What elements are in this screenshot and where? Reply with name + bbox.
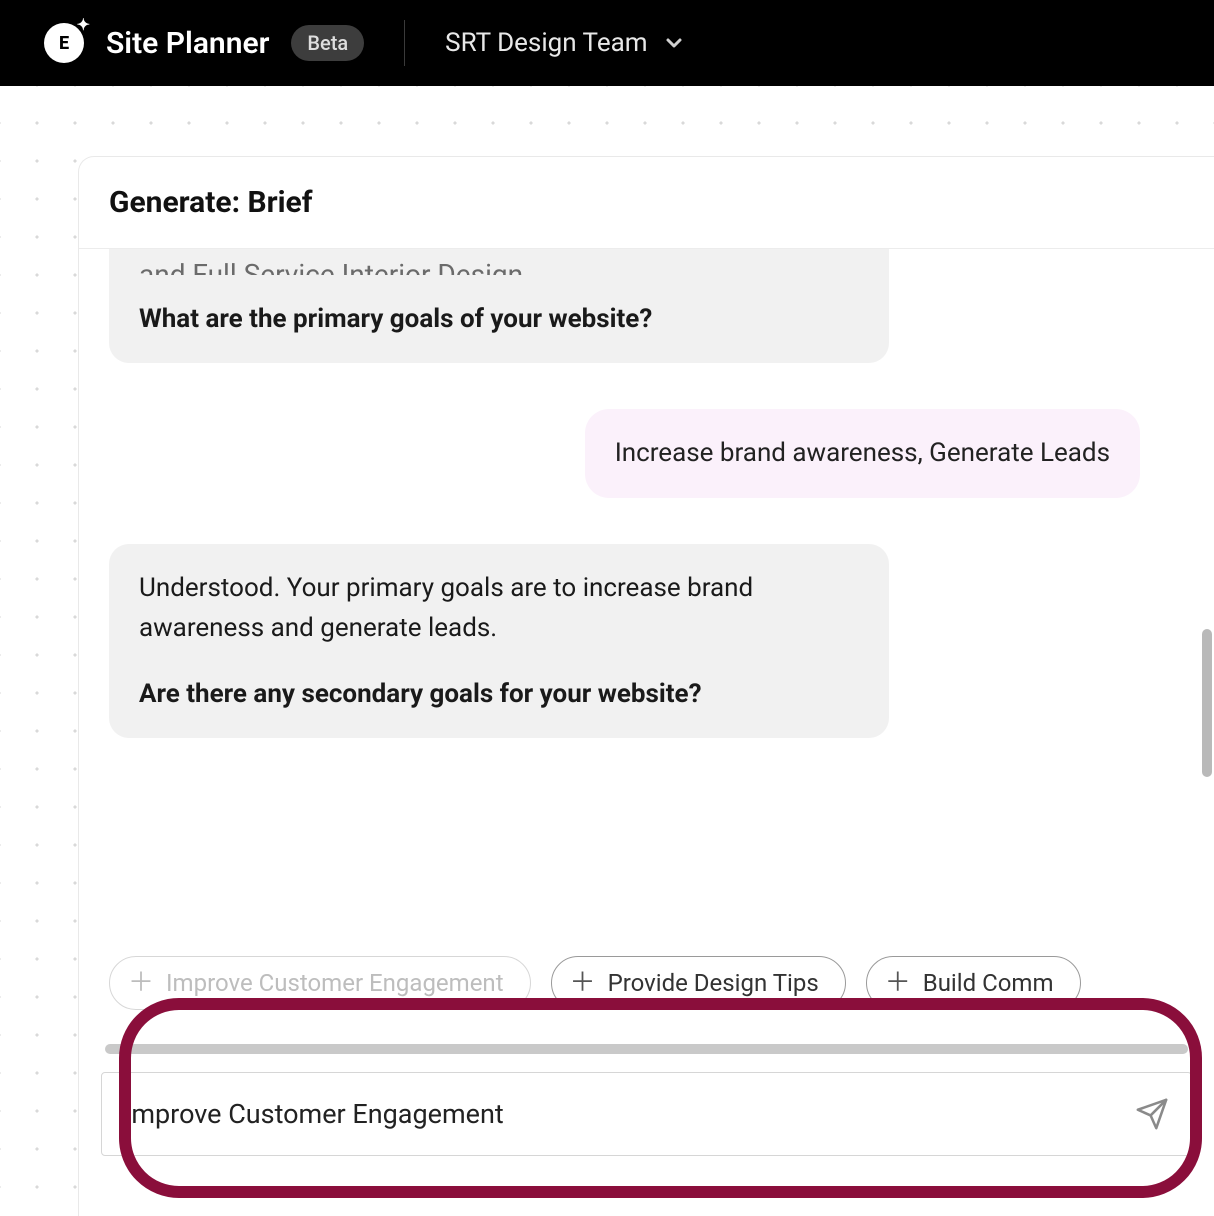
chip-label: Provide Design Tips [608, 969, 819, 997]
suggestion-chip[interactable]: ＋ Build Comm [866, 956, 1081, 1010]
generate-panel: Generate: Brief and Full Service Interio… [78, 156, 1214, 1216]
app-logo-icon: E [44, 23, 84, 63]
ai-message-question: Are there any secondary goals for your w… [139, 679, 702, 709]
panel-title: Generate: Brief [79, 157, 1214, 249]
plus-icon: ＋ [885, 970, 911, 996]
top-bar: E Site Planner Beta SRT Design Team [0, 0, 1214, 86]
suggestion-chip[interactable]: ＋ Provide Design Tips [551, 956, 846, 1010]
chat-input[interactable] [124, 1098, 1119, 1130]
suggestion-chips-row: ＋ Improve Customer Engagement ＋ Provide … [79, 956, 1214, 1010]
input-area [87, 1030, 1206, 1216]
app-title: Site Planner [106, 26, 269, 61]
send-icon [1135, 1097, 1169, 1131]
chat-scroll-area[interactable]: and Full Service Interior Design. What a… [79, 249, 1214, 938]
ai-message-text-clipped: and Full Service Interior Design. [139, 253, 859, 275]
divider [404, 20, 405, 66]
team-dropdown[interactable]: SRT Design Team [445, 28, 685, 58]
canvas-area: Generate: Brief and Full Service Interio… [0, 86, 1214, 1216]
ai-message-text: Understood. Your primary goals are to in… [139, 568, 859, 649]
beta-badge: Beta [291, 25, 364, 61]
chevron-down-icon [662, 31, 686, 55]
plus-icon: ＋ [570, 970, 596, 996]
team-name: SRT Design Team [445, 28, 647, 58]
ai-message: and Full Service Interior Design. What a… [109, 249, 889, 363]
suggestion-chip-selected[interactable]: ＋ Improve Customer Engagement [109, 956, 531, 1010]
scrollbar-thumb[interactable] [1202, 629, 1212, 777]
chip-label: Improve Customer Engagement [166, 969, 504, 997]
logo-letter: E [59, 33, 69, 54]
user-message-text: Increase brand awareness, Generate Leads [615, 438, 1110, 468]
ai-message-question: What are the primary goals of your websi… [139, 304, 652, 334]
plus-icon: ＋ [128, 970, 154, 996]
ai-message: Understood. Your primary goals are to in… [109, 544, 889, 739]
horizontal-scroll-hint[interactable] [105, 1044, 1188, 1054]
user-message: Increase brand awareness, Generate Leads [585, 409, 1140, 497]
chip-label: Build Comm [923, 969, 1054, 997]
chat-input-box[interactable] [101, 1072, 1192, 1156]
send-button[interactable] [1135, 1097, 1169, 1131]
